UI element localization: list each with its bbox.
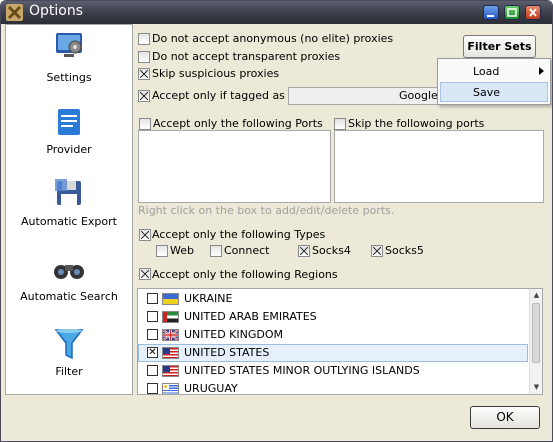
minimize-icon [487, 15, 494, 17]
filter-sets-menu: Load Save [437, 58, 551, 105]
accept-regions-checkbox[interactable] [139, 268, 151, 280]
settings-icon [56, 33, 82, 57]
type-connect-label: Connect [224, 244, 270, 257]
region-list-scrollbar[interactable]: ▲ ▼ [529, 289, 542, 394]
sidebar-item-filter[interactable]: Filter [6, 327, 132, 387]
app-icon [6, 4, 23, 21]
skip-ports-checkbox[interactable] [334, 118, 346, 130]
close-icon [529, 8, 537, 17]
sidebar-item-label: Automatic Search [20, 290, 118, 303]
sidebar: Settings Provider Automatic Export Autom… [5, 24, 133, 395]
region-list[interactable]: UKRAINE UNITED ARAB EMIRATES UNITED KING… [137, 288, 543, 395]
options-window: Options Settings Provider Automatic Expo… [0, 0, 553, 442]
uk-flag-icon [162, 329, 179, 341]
region-name: UKRAINE [184, 292, 233, 305]
no-transparent-label: Do not accept transparent proxies [152, 50, 341, 63]
ok-button[interactable]: OK [470, 406, 540, 429]
funnel-icon [54, 329, 84, 360]
type-web-label: Web [170, 244, 194, 257]
skip-suspicious-label: Skip suspicious proxies [152, 67, 280, 80]
region-checkbox[interactable] [147, 311, 158, 322]
sidebar-item-automatic-search[interactable]: Automatic Search [6, 257, 132, 317]
us-flag-icon [162, 347, 179, 359]
maximize-button[interactable] [504, 5, 520, 20]
menu-item-label: Save [473, 86, 501, 99]
menu-item-load[interactable]: Load [440, 61, 548, 81]
region-checkbox[interactable] [147, 293, 158, 304]
uae-flag-icon [162, 311, 179, 323]
submenu-arrow-icon [539, 67, 544, 75]
tagged-as-checkbox[interactable] [138, 90, 150, 102]
sidebar-item-label: Settings [46, 71, 92, 84]
type-socks4-checkbox[interactable] [298, 245, 310, 257]
uk-flag-cross-icon [163, 330, 178, 340]
maximize-icon [507, 8, 517, 17]
scroll-down-icon[interactable]: ▼ [531, 381, 542, 393]
scroll-up-icon[interactable]: ▲ [531, 289, 542, 301]
tagged-as-label: Accept only if tagged as [152, 89, 285, 102]
no-transparent-checkbox[interactable] [138, 51, 150, 63]
provider-icon [58, 109, 80, 135]
region-checkbox[interactable]: ✕ [147, 347, 158, 358]
type-socks5-label: Socks5 [385, 244, 424, 257]
floppy-disk-icon [55, 179, 81, 205]
type-socks5-checkbox[interactable] [371, 245, 383, 257]
sidebar-item-label: Automatic Export [21, 215, 117, 228]
list-item[interactable]: URUGUAY [138, 380, 528, 395]
uruguay-flag-icon [162, 383, 179, 394]
tag-input-value: Google [399, 89, 438, 102]
sidebar-item-provider[interactable]: Provider [6, 107, 132, 167]
type-socks4-label: Socks4 [312, 244, 351, 257]
title-bar: Options [1, 1, 552, 24]
region-name: UNITED STATES MINOR OUTLYING ISLANDS [184, 364, 420, 377]
accept-ports-label: Accept only the following Ports [153, 117, 323, 130]
region-name: UNITED STATES [184, 346, 270, 359]
region-checkbox[interactable] [147, 365, 158, 376]
list-item[interactable]: UNITED ARAB EMIRATES [138, 308, 528, 326]
type-web-checkbox[interactable] [156, 245, 168, 257]
us-minor-islands-flag-icon [162, 365, 179, 377]
type-connect-checkbox[interactable] [210, 245, 222, 257]
accept-regions-label: Accept only the following Regions [152, 268, 338, 281]
sidebar-item-label: Provider [46, 143, 92, 156]
region-name: UNITED ARAB EMIRATES [184, 310, 317, 323]
tag-input[interactable]: Google [288, 87, 443, 105]
accept-types-label: Accept only the following Types [152, 228, 326, 241]
list-item[interactable]: UNITED STATES MINOR OUTLYING ISLANDS [138, 362, 528, 380]
region-checkbox[interactable] [147, 329, 158, 340]
minimize-button[interactable] [483, 5, 499, 20]
accept-types-checkbox[interactable] [139, 229, 151, 241]
scrollbar-thumb[interactable] [532, 303, 540, 363]
sidebar-item-automatic-export[interactable]: Automatic Export [6, 177, 132, 237]
ukraine-flag-icon [162, 293, 179, 305]
list-item[interactable]: UKRAINE [138, 290, 528, 308]
no-anonymous-label: Do not accept anonymous (no elite) proxi… [152, 32, 394, 45]
close-button[interactable] [525, 5, 541, 20]
skip-ports-list[interactable] [334, 130, 544, 203]
accept-ports-checkbox[interactable] [139, 118, 151, 130]
sidebar-item-label: Filter [55, 365, 83, 378]
skip-ports-label: Skip the followoing ports [348, 117, 485, 130]
region-checkbox[interactable] [147, 383, 158, 394]
binoculars-icon [54, 265, 84, 279]
no-anonymous-checkbox[interactable] [138, 33, 150, 45]
list-item[interactable]: ✕ UNITED STATES [138, 344, 528, 362]
list-item[interactable]: UNITED KINGDOM [138, 326, 528, 344]
region-name: URUGUAY [184, 382, 238, 395]
window-title: Options [29, 3, 84, 19]
region-name: UNITED KINGDOM [184, 328, 283, 341]
filter-sets-button[interactable]: Filter Sets [463, 35, 536, 58]
skip-suspicious-checkbox[interactable] [138, 68, 150, 80]
sidebar-item-settings[interactable]: Settings [6, 29, 132, 89]
accept-ports-list[interactable] [138, 130, 331, 203]
ports-hint: Right click on the box to add/edit/delet… [138, 204, 395, 217]
menu-item-save[interactable]: Save [440, 82, 548, 102]
menu-item-label: Load [473, 65, 500, 78]
